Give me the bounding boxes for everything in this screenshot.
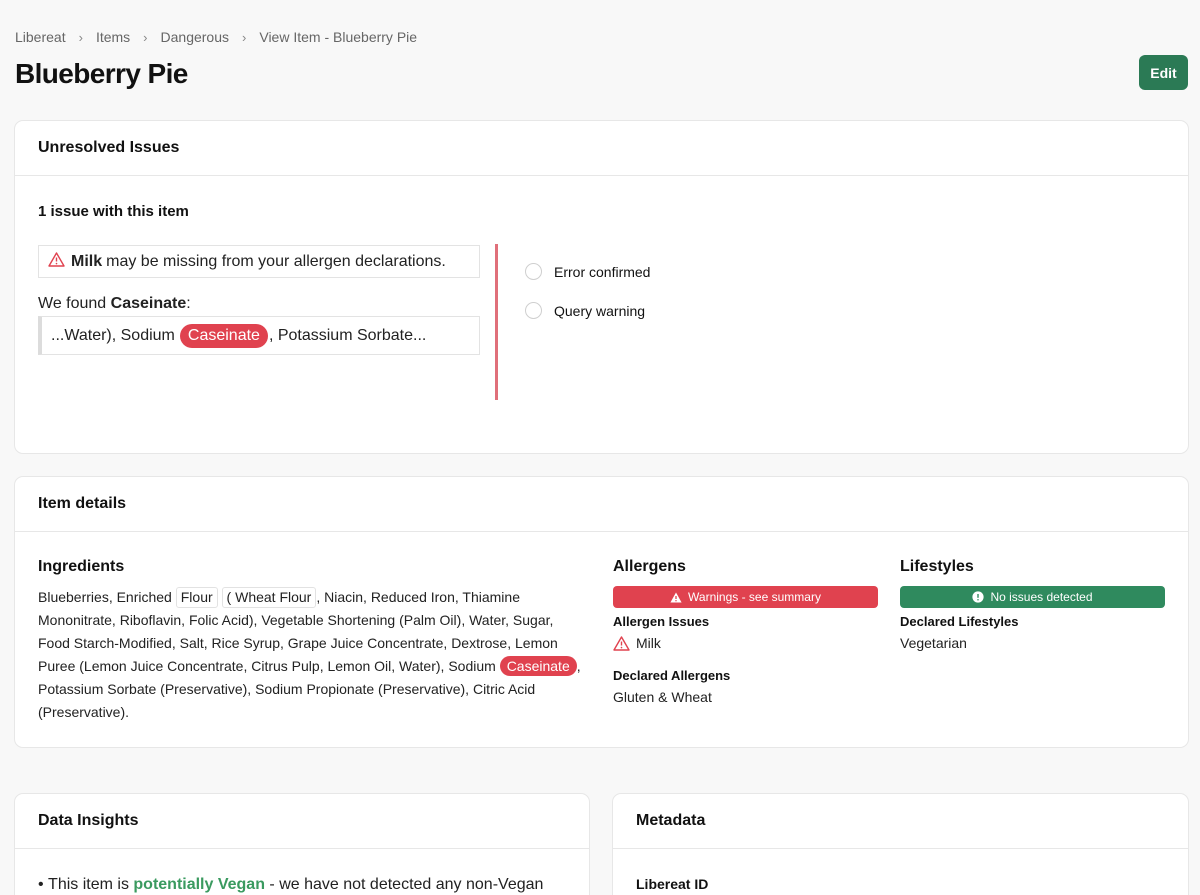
warning-text: may be missing from your allergen declar… <box>106 252 446 270</box>
insight-item: • This item is potentially Vegan - we ha… <box>38 876 544 893</box>
warning-triangle-icon <box>670 592 682 603</box>
error-confirmed-label: Error confirmed <box>554 263 651 280</box>
insight-prefix: This item is <box>48 876 134 893</box>
allergen-issue-name: Milk <box>636 635 661 651</box>
insight-suffix: - we have not detected any non-Vegan <box>264 876 544 893</box>
breadcrumb-items[interactable]: Items <box>96 29 130 45</box>
query-warning-radio[interactable] <box>525 302 542 319</box>
allergen-warning: Milk may be missing from your allergen d… <box>38 245 480 278</box>
ingredient-flour: Flour <box>175 587 218 608</box>
ingredients-part1: Blueberries, Enriched <box>38 589 176 605</box>
warning-triangle-icon <box>48 251 65 272</box>
query-warning-option[interactable]: Query warning <box>525 302 645 319</box>
declared-allergens-label: Declared Allergens <box>613 668 731 683</box>
allergens-title: Allergens <box>613 558 686 575</box>
unresolved-issues-title: Unresolved Issues <box>15 121 1188 176</box>
chevron-right-icon: › <box>143 29 148 45</box>
error-confirmed-option[interactable]: Error confirmed <box>525 263 650 280</box>
allergens-status-bar: Warnings - see summary <box>613 586 878 608</box>
data-insights-title: Data Insights <box>15 794 589 849</box>
info-circle-icon <box>972 591 985 603</box>
lifestyles-status-text: No issues detected <box>990 590 1093 604</box>
libereat-id-label: Libereat ID <box>636 876 709 892</box>
warning-triangle-icon <box>613 635 630 651</box>
ingredients-title: Ingredients <box>38 558 125 575</box>
allergens-status-text: Warnings - see summary <box>688 590 821 604</box>
unresolved-issues-card: Unresolved Issues 1 issue with this item… <box>14 120 1189 454</box>
issue-count: 1 issue with this item <box>38 203 189 220</box>
ingredients-text: Blueberries, Enriched Flour ( Wheat Flou… <box>38 586 583 724</box>
ingredient-caseinate: Caseinate <box>499 656 577 676</box>
lifestyles-title: Lifestyles <box>900 558 974 575</box>
item-details-title: Item details <box>15 477 1188 532</box>
found-line: We found Caseinate: <box>38 295 191 313</box>
insight-highlight: potentially Vegan <box>133 876 265 893</box>
error-confirmed-radio[interactable] <box>525 263 542 280</box>
metadata-card: Metadata Libereat ID <box>612 793 1189 895</box>
ingredient-snippet: ...Water), Sodium Caseinate , Potassium … <box>38 316 480 355</box>
warning-allergen-name: Milk <box>71 252 103 270</box>
breadcrumb: Libereat › Items › Dangerous › View Item… <box>15 29 417 45</box>
declared-allergens-value: Gluten & Wheat <box>613 689 712 705</box>
breadcrumb-current: View Item - Blueberry Pie <box>259 29 418 45</box>
item-details-card: Item details Ingredients Blueberries, En… <box>14 476 1189 748</box>
data-insights-card: Data Insights • This item is potentially… <box>14 793 590 895</box>
found-suffix: : <box>186 295 191 312</box>
found-prefix: We found <box>38 295 111 312</box>
allergen-issue-item: Milk <box>613 635 661 651</box>
allergen-issues-label: Allergen Issues <box>613 614 710 629</box>
page-title: Blueberry Pie <box>15 58 188 89</box>
chevron-right-icon: › <box>242 29 247 45</box>
declared-lifestyles-value: Vegetarian <box>900 635 967 651</box>
snippet-before: ...Water), Sodium <box>51 326 175 344</box>
ingredient-wheat-flour: ( Wheat Flour <box>221 587 317 608</box>
breadcrumb-libereat[interactable]: Libereat <box>15 29 66 45</box>
ingredients-part2 <box>218 589 222 605</box>
chevron-right-icon: › <box>78 29 83 45</box>
breadcrumb-dangerous[interactable]: Dangerous <box>161 29 230 45</box>
snippet-highlight: Caseinate <box>179 323 268 348</box>
query-warning-label: Query warning <box>554 302 646 319</box>
found-term: Caseinate <box>110 295 187 312</box>
snippet-after: , Potassium Sorbate... <box>268 326 427 344</box>
metadata-title: Metadata <box>613 794 1188 849</box>
lifestyles-status-bar: No issues detected <box>900 586 1165 608</box>
declared-lifestyles-label: Declared Lifestyles <box>900 614 1019 629</box>
edit-button[interactable]: Edit <box>1139 55 1188 90</box>
issue-divider <box>495 244 498 400</box>
